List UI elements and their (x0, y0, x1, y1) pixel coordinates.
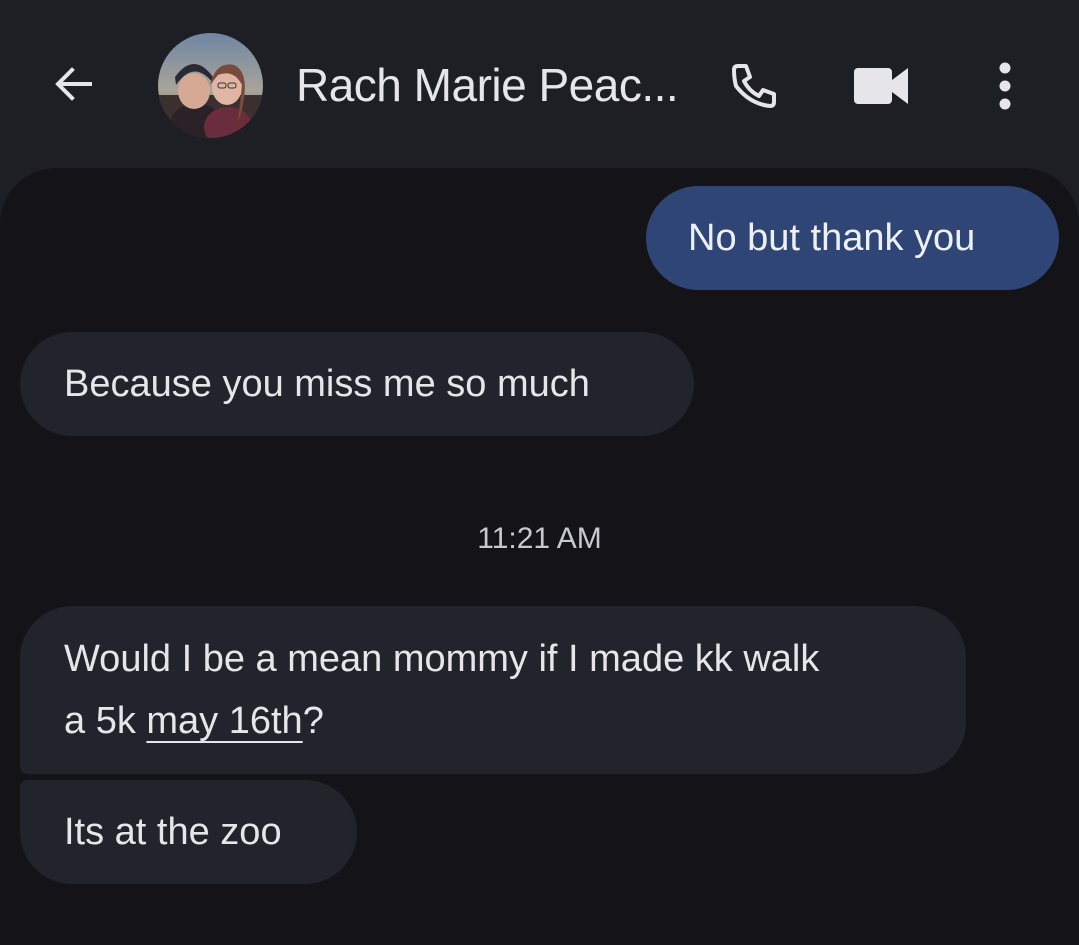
incoming-message-bubble[interactable]: Because you miss me so much (20, 332, 694, 436)
message-text-segment: ? (302, 700, 324, 742)
back-button[interactable] (44, 56, 104, 112)
video-camera-icon (854, 68, 908, 104)
more-options-button[interactable] (980, 56, 1030, 116)
date-link[interactable]: may 16th (146, 700, 302, 742)
incoming-message-bubble[interactable]: Its at the zoo (20, 780, 357, 884)
message-text: No but thank you (688, 217, 976, 259)
message-text: Because you miss me so much (64, 363, 590, 405)
arrow-left-icon (55, 67, 92, 101)
message-text-line: Would I be a mean mommy if I made kk wal… (64, 638, 820, 680)
message-timestamp: 11:21 AM (477, 522, 602, 555)
messages-screen: Rach Marie Peac... No but thank you Beca… (0, 0, 1079, 945)
contact-avatar[interactable] (158, 33, 263, 138)
incoming-message-bubble[interactable]: Would I be a mean mommy if I made kk wal… (20, 606, 966, 774)
message-text-segment: a 5k (64, 700, 147, 742)
contact-name[interactable]: Rach Marie Peac... (296, 58, 679, 112)
message-text: Its at the zoo (64, 811, 282, 853)
video-call-button[interactable] (846, 56, 916, 116)
message-text-line: a 5k may 16th? (64, 690, 966, 752)
call-button[interactable] (722, 56, 786, 116)
phone-icon (732, 64, 776, 108)
outgoing-message-bubble[interactable]: No but thank you (646, 186, 1059, 290)
conversation-header: Rach Marie Peac... (0, 0, 1079, 170)
conversation-thread[interactable]: No but thank you Because you miss me so … (0, 168, 1079, 945)
more-vertical-icon (999, 62, 1011, 110)
